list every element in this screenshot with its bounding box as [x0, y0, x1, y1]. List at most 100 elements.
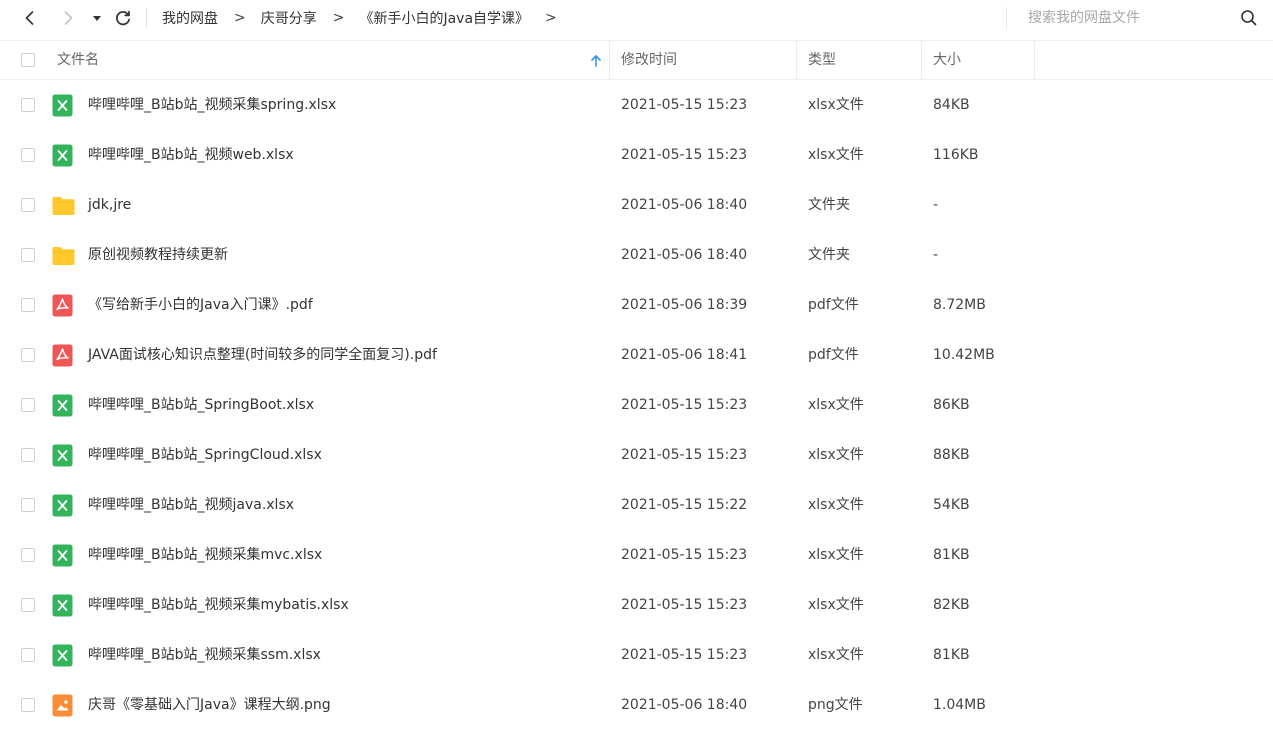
table-header: 文件名 修改时间 类型 大小 [0, 40, 1273, 80]
column-header-modified[interactable]: 修改时间 [621, 41, 677, 79]
caret-down-icon[interactable] [90, 10, 104, 26]
file-name[interactable]: 哔哩哔哩_B站b站_视频采集mybatis.xlsx [88, 580, 349, 630]
pdf-file-icon [52, 294, 73, 317]
table-row[interactable]: 哔哩哔哩_B站b站_视频采集mvc.xlsx 2021-05-15 15:23 xl… [0, 530, 1273, 580]
search-divider [1006, 7, 1007, 29]
table-row[interactable]: 哔哩哔哩_B站b站_视频采集mybatis.xlsx 2021-05-15 15:… [0, 580, 1273, 630]
folder-icon [52, 194, 75, 217]
table-row[interactable]: jdk,jre 2021-05-06 18:40 文件夹 - [0, 180, 1273, 230]
breadcrumb-item-my-drive[interactable]: 我的网盘 [162, 8, 218, 28]
file-size: 10.42MB [933, 347, 995, 363]
table-row[interactable]: 哔哩哔哩_B站b站_视频java.xlsx 2021-05-15 15:22 xls… [0, 480, 1273, 530]
file-size: 1.04MB [933, 697, 986, 713]
file-modified: 2021-05-06 18:40 [621, 697, 748, 713]
file-modified: 2021-05-06 18:40 [621, 197, 748, 213]
row-checkbox[interactable] [21, 198, 35, 212]
file-type: 文件夹 [808, 247, 850, 263]
file-name[interactable]: 哔哩哔哩_B站b站_视频采集spring.xlsx [88, 80, 336, 130]
row-checkbox[interactable] [21, 498, 35, 512]
file-name[interactable]: 哔哩哔哩_B站b站_视频java.xlsx [88, 480, 294, 530]
file-type: xlsx文件 [808, 397, 864, 413]
table-row[interactable]: 哔哩哔哩_B站b站_视频web.xlsx 2021-05-15 15:23 xlsx… [0, 130, 1273, 180]
column-header-type[interactable]: 类型 [808, 41, 836, 79]
file-name[interactable]: 原创视频教程持续更新 [88, 230, 228, 280]
column-divider[interactable] [609, 41, 610, 79]
breadcrumb-item-share[interactable]: 庆哥分享 [261, 8, 317, 28]
chevron-right-icon[interactable] [58, 8, 78, 28]
column-divider[interactable] [796, 41, 797, 79]
column-divider[interactable] [1034, 41, 1035, 79]
breadcrumb-separator: > [545, 10, 557, 26]
file-size: 54KB [933, 497, 970, 513]
column-header-size[interactable]: 大小 [933, 41, 961, 79]
file-type: png文件 [808, 697, 863, 713]
table-row[interactable]: 哔哩哔哩_B站b站_SpringBoot.xlsx 2021-05-15 15:2… [0, 380, 1273, 430]
row-checkbox[interactable] [21, 98, 35, 112]
file-name[interactable]: jdk,jre [88, 180, 131, 230]
table-row[interactable]: 哔哩哔哩_B站b站_视频采集spring.xlsx 2021-05-15 15:2… [0, 80, 1273, 130]
file-type: xlsx文件 [808, 497, 864, 513]
file-type: xlsx文件 [808, 597, 864, 613]
file-modified: 2021-05-06 18:41 [621, 347, 748, 363]
breadcrumb-item-course[interactable]: 《新手小白的Java自学课》 [359, 8, 529, 28]
row-checkbox[interactable] [21, 298, 35, 312]
table-row[interactable]: 《写给新手小白的Java入门课》.pdf 2021-05-06 18:39 pdf文… [0, 280, 1273, 330]
file-name[interactable]: 哔哩哔哩_B站b站_视频采集ssm.xlsx [88, 630, 321, 680]
row-checkbox[interactable] [21, 448, 35, 462]
file-modified: 2021-05-15 15:23 [621, 147, 748, 163]
xlsx-file-icon [52, 644, 73, 667]
row-checkbox[interactable] [21, 248, 35, 262]
file-modified: 2021-05-15 15:23 [621, 97, 748, 113]
file-modified: 2021-05-06 18:39 [621, 297, 748, 313]
chevron-left-icon[interactable] [20, 8, 40, 28]
table-row[interactable]: 哔哩哔哩_B站b站_视频采集ssm.xlsx 2021-05-15 15:23 xl… [0, 630, 1273, 680]
table-row[interactable]: 原创视频教程持续更新 2021-05-06 18:40 文件夹 - [0, 230, 1273, 280]
table-row[interactable]: JAVA面试核心知识点整理(时间较多的同学全面复习).pdf 2021-05-06… [0, 330, 1273, 380]
refresh-icon[interactable] [112, 7, 134, 29]
breadcrumb-separator: > [332, 10, 345, 26]
file-name[interactable]: 哔哩哔哩_B站b站_视频采集mvc.xlsx [88, 530, 322, 580]
file-type: pdf文件 [808, 347, 859, 363]
table-row[interactable]: 哔哩哔哩_B站b站_SpringCloud.xlsx 2021-05-15 15:… [0, 430, 1273, 480]
row-checkbox[interactable] [21, 548, 35, 562]
pdf-file-icon [52, 344, 73, 367]
row-checkbox[interactable] [21, 648, 35, 662]
row-checkbox[interactable] [21, 148, 35, 162]
breadcrumb: 我的网盘 > 庆哥分享 > 《新手小白的Java自学课》 > [162, 0, 572, 36]
folder-icon [52, 244, 75, 267]
row-checkbox[interactable] [21, 698, 35, 712]
search-icon[interactable] [1240, 9, 1258, 31]
file-name[interactable]: 庆哥《零基础入门Java》课程大纲.png [88, 680, 331, 730]
toolbar-divider [146, 8, 147, 28]
file-type: 文件夹 [808, 197, 850, 213]
file-size: 81KB [933, 547, 970, 563]
toolbar: 我的网盘 > 庆哥分享 > 《新手小白的Java自学课》 > [0, 0, 1273, 36]
search-input[interactable] [1020, 6, 1228, 30]
row-checkbox[interactable] [21, 398, 35, 412]
file-type: pdf文件 [808, 297, 859, 313]
file-size: 82KB [933, 597, 970, 613]
xlsx-file-icon [52, 144, 73, 167]
file-size: - [933, 197, 939, 213]
row-checkbox[interactable] [21, 348, 35, 362]
column-header-name[interactable]: 文件名 [57, 41, 99, 79]
file-name[interactable]: JAVA面试核心知识点整理(时间较多的同学全面复习).pdf [88, 330, 437, 380]
file-size: 86KB [933, 397, 970, 413]
select-all-checkbox[interactable] [21, 53, 35, 67]
file-type: xlsx文件 [808, 147, 864, 163]
file-modified: 2021-05-15 15:23 [621, 547, 748, 563]
file-size: 8.72MB [933, 297, 986, 313]
column-divider[interactable] [921, 41, 922, 79]
sort-ascending-icon[interactable] [590, 53, 602, 72]
file-name[interactable]: 哔哩哔哩_B站b站_SpringBoot.xlsx [88, 380, 314, 430]
file-modified: 2021-05-15 15:23 [621, 447, 748, 463]
table-row[interactable]: 庆哥《零基础入门Java》课程大纲.png 2021-05-06 18:40 png… [0, 680, 1273, 730]
file-modified: 2021-05-15 15:23 [621, 647, 748, 663]
file-name[interactable]: 哔哩哔哩_B站b站_SpringCloud.xlsx [88, 430, 322, 480]
file-name[interactable]: 《写给新手小白的Java入门课》.pdf [88, 280, 313, 330]
file-name[interactable]: 哔哩哔哩_B站b站_视频web.xlsx [88, 130, 294, 180]
row-checkbox[interactable] [21, 598, 35, 612]
xlsx-file-icon [52, 494, 73, 517]
xlsx-file-icon [52, 594, 73, 617]
file-modified: 2021-05-15 15:23 [621, 597, 748, 613]
